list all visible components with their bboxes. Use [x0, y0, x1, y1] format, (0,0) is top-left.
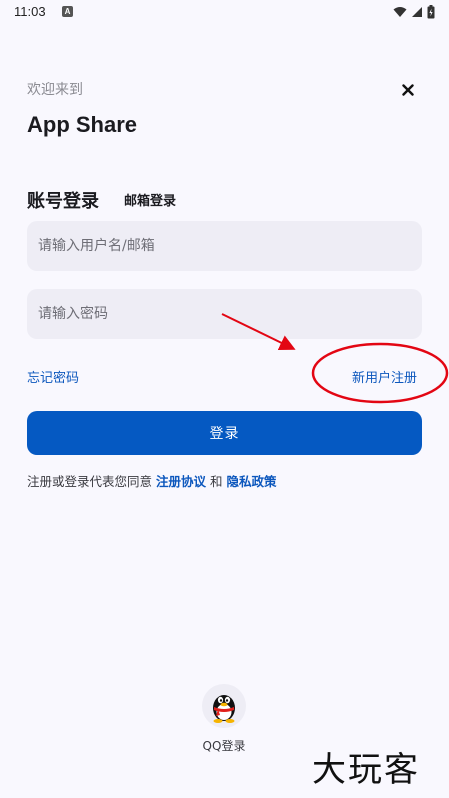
tab-email-login[interactable]: 邮箱登录 [124, 190, 176, 209]
agreement-text: 注册或登录代表您同意 注册协议 和 隐私政策 [27, 471, 276, 490]
qq-login-button[interactable]: QQ登录 [199, 684, 249, 754]
notification-a-icon: A [62, 6, 73, 17]
terms-link[interactable]: 注册协议 [156, 474, 206, 489]
status-icons [393, 4, 435, 20]
agreement-prefix: 注册或登录代表您同意 [27, 474, 156, 489]
signal-icon [412, 7, 422, 17]
password-input[interactable] [27, 289, 422, 339]
welcome-text: 欢迎来到 [27, 82, 83, 98]
wifi-icon [393, 7, 407, 17]
register-link[interactable]: 新用户注册 [352, 367, 417, 386]
qq-penguin-icon [213, 695, 235, 723]
status-bar: 11:03 A [0, 0, 449, 24]
watermark-text: 大玩客 [312, 750, 420, 790]
qq-icon-circle[interactable] [202, 684, 246, 728]
close-button[interactable] [398, 80, 418, 100]
close-icon [402, 84, 414, 96]
privacy-link[interactable]: 隐私政策 [226, 474, 276, 489]
battery-icon [427, 5, 435, 19]
tab-account-login[interactable]: 账号登录 [27, 187, 99, 213]
forgot-password-link[interactable]: 忘记密码 [27, 367, 79, 386]
username-input[interactable] [27, 221, 422, 271]
login-button[interactable]: 登录 [27, 411, 422, 455]
status-time: 11:03 [14, 4, 46, 19]
agreement-conjunction: 和 [206, 474, 227, 489]
page-title: App Share [27, 112, 138, 137]
qq-login-label: QQ登录 [202, 739, 246, 753]
